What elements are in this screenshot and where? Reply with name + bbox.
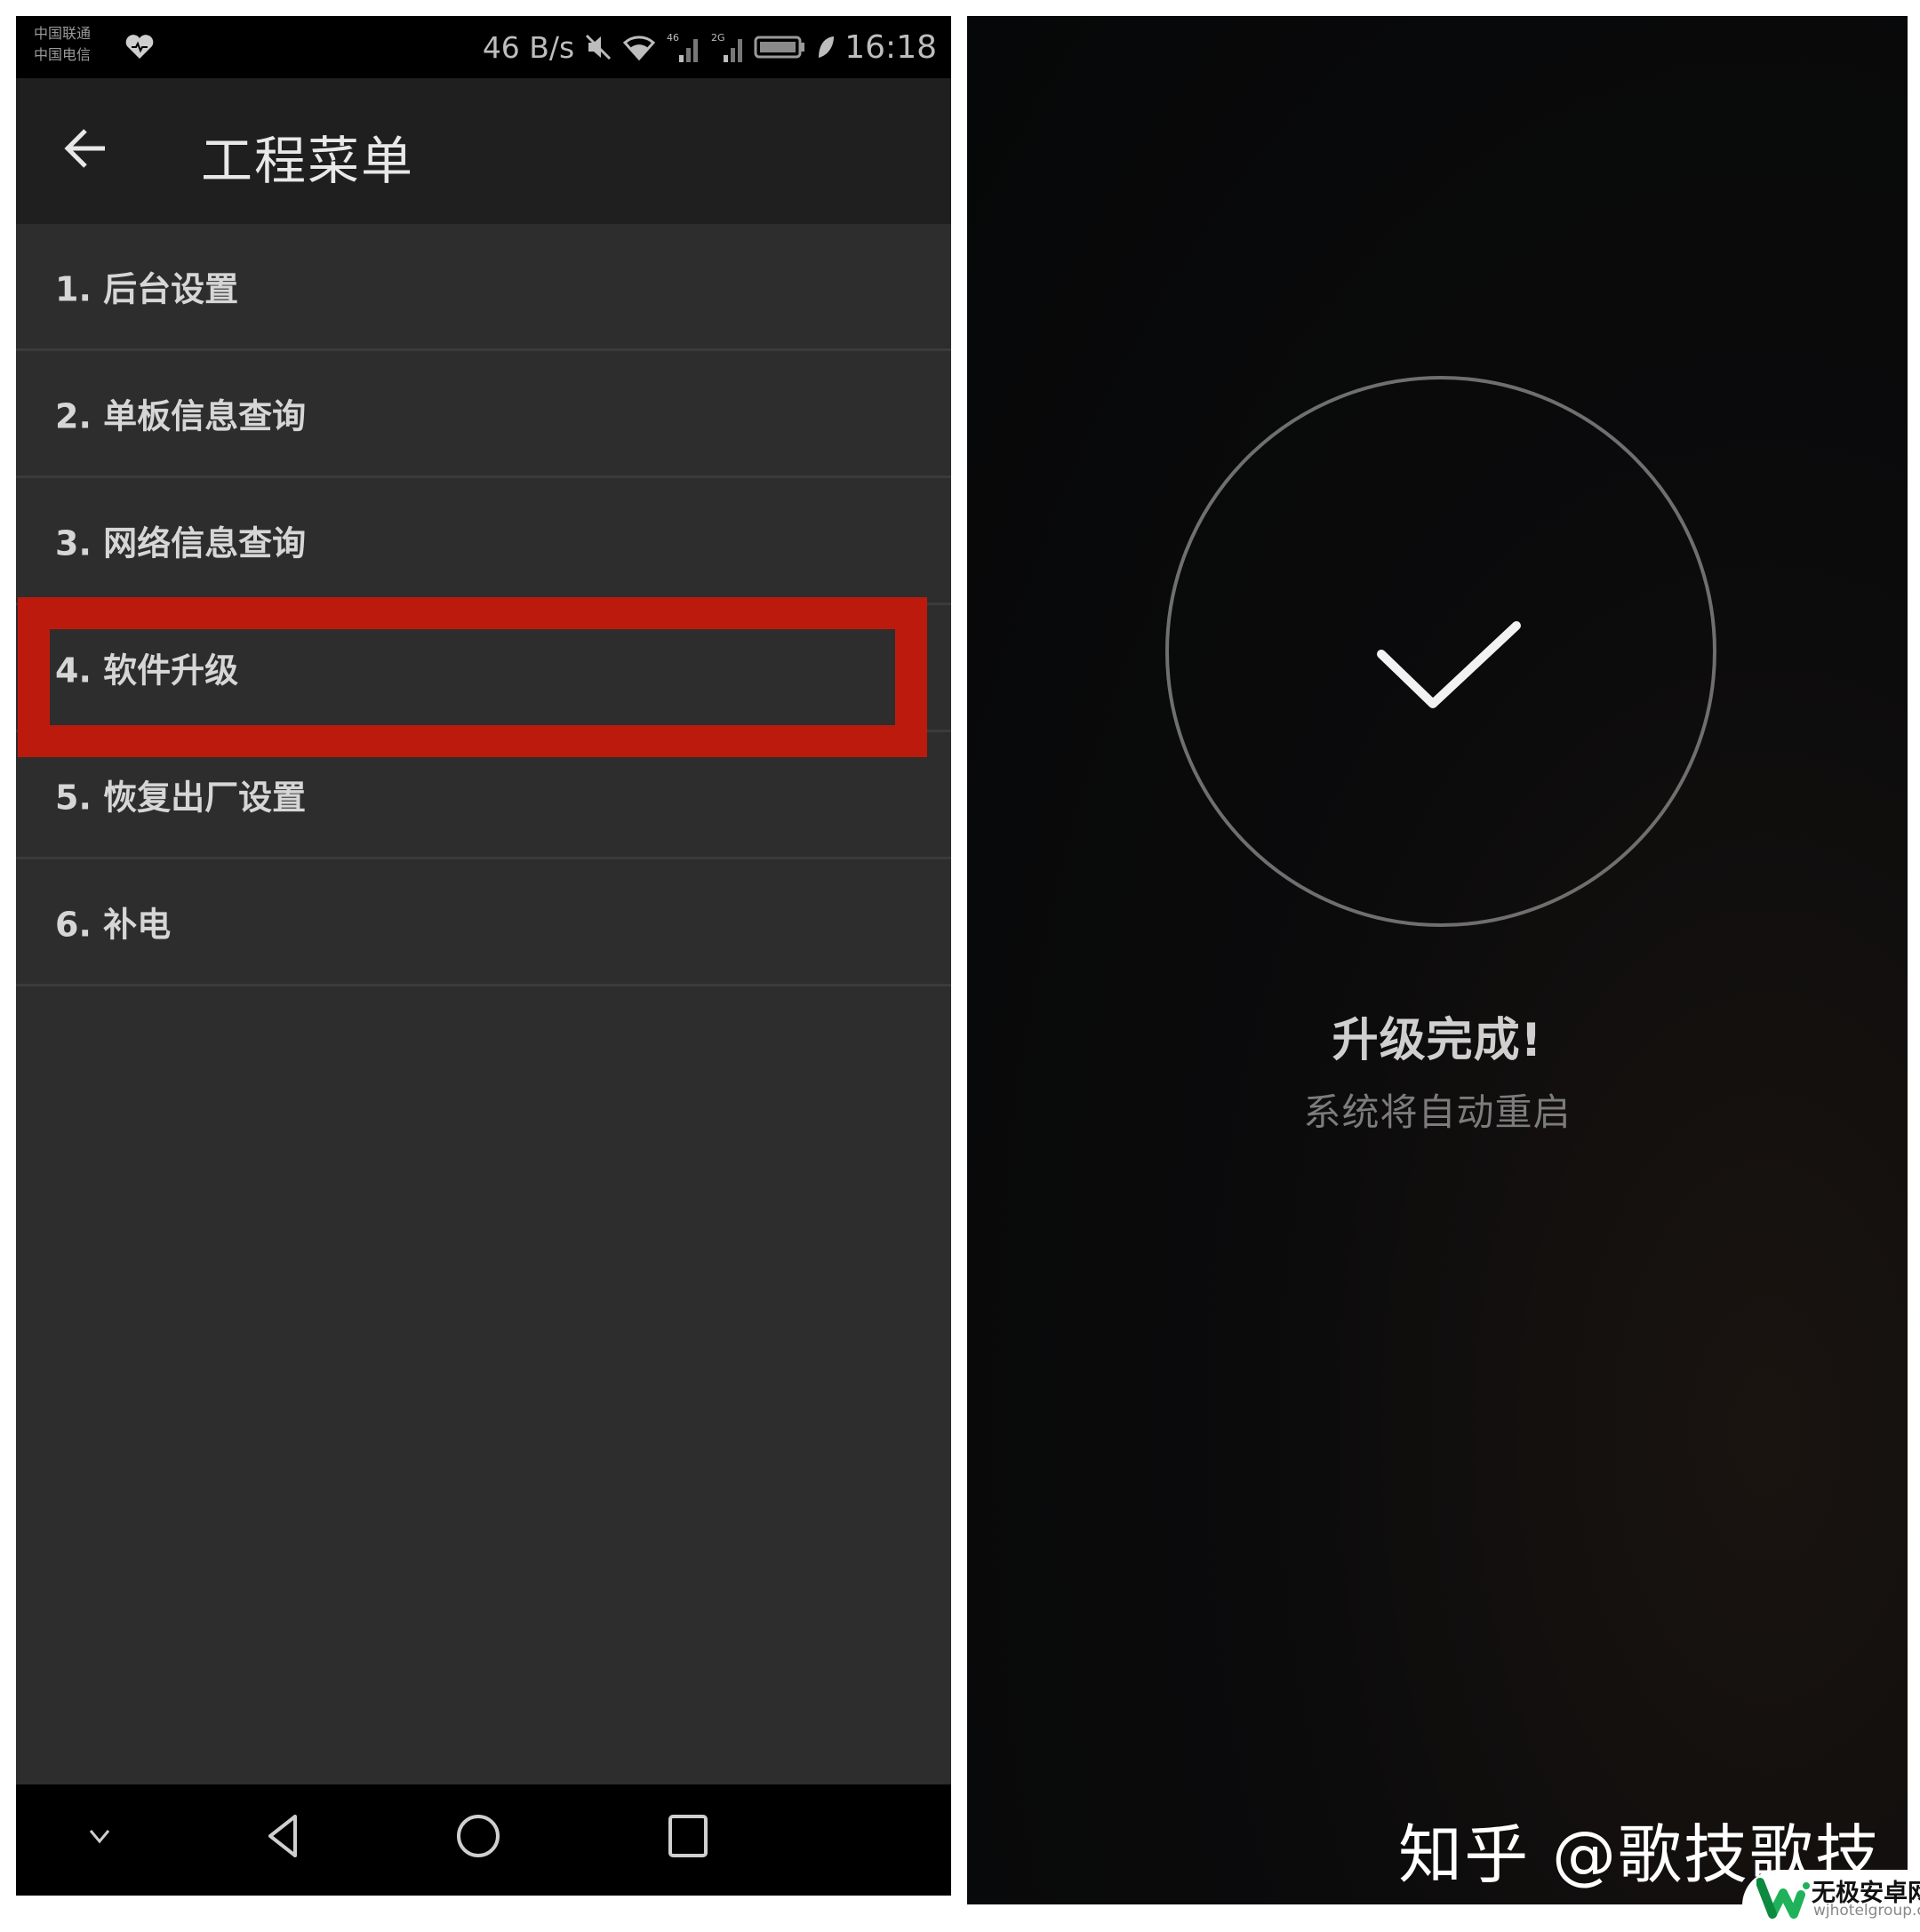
signal-2-label: 2G — [711, 32, 725, 44]
menu-item-background-settings[interactable]: 1. 后台设置 — [16, 224, 951, 351]
clock: 16:18 — [844, 28, 937, 66]
carrier-names: 中国联通 中国电信 — [34, 23, 91, 66]
menu-item-board-info[interactable]: 2. 单板信息查询 — [16, 351, 951, 478]
recents-square-icon[interactable] — [661, 1809, 715, 1863]
menu-item-label: 4. 软件升级 — [55, 651, 239, 691]
status-indicators: 46 B/s 46 2G 16:18 — [483, 25, 937, 69]
page-title: 工程菜单 — [201, 131, 415, 191]
carrier-1: 中国联通 — [34, 25, 92, 42]
upgrade-complete-screen: 升级完成! 系统将自动重启 知乎 @歌技歌技 — [967, 16, 1908, 1904]
wifi-icon — [623, 36, 656, 61]
site-badge: 无极安卓网 wjhotelgroup.com — [1742, 1870, 1920, 1932]
navigation-bar — [16, 1784, 951, 1896]
site-url: wjhotelgroup.com — [1813, 1902, 1920, 1920]
menu-item-label: 3. 网络信息查询 — [55, 523, 307, 563]
menu-item-label: 1. 后台设置 — [55, 269, 239, 309]
network-speed: 46 B/s — [482, 29, 575, 65]
menu-item-label: 5. 恢复出厂设置 — [55, 778, 307, 818]
menu-item-label: 2. 单板信息查询 — [55, 396, 307, 436]
back-triangle-icon[interactable] — [258, 1809, 311, 1863]
engineering-menu-screen: 中国联通 中国电信 46 B/s 46 2G 16:18 工程菜单 1. 后台设… — [16, 16, 951, 1896]
home-circle-icon[interactable] — [452, 1809, 505, 1863]
upgrade-complete-title: 升级完成! — [1332, 1014, 1543, 1067]
signal-icon: 46 — [667, 32, 699, 62]
app-bar: 工程菜单 — [16, 78, 951, 224]
menu-item-software-upgrade[interactable]: 4. 软件升级 — [16, 605, 951, 732]
signal-icon: 2G — [711, 32, 743, 62]
site-logo-icon — [1756, 1878, 1810, 1919]
menu-item-battery-charge[interactable]: 6. 补电 — [16, 859, 951, 986]
carrier-2: 中国电信 — [34, 46, 92, 63]
signal-1-label: 46 — [667, 32, 679, 44]
menu-item-network-info[interactable]: 3. 网络信息查询 — [16, 478, 951, 605]
leaf-icon — [819, 36, 835, 58]
engineering-menu-list: 1. 后台设置 2. 单板信息查询 3. 网络信息查询 4. 软件升级 5. 恢… — [16, 224, 951, 986]
heart-icon — [125, 35, 154, 59]
auto-restart-message: 系统将自动重启 — [1303, 1090, 1572, 1134]
mute-icon — [586, 34, 612, 60]
battery-icon — [754, 36, 805, 59]
checkmark-circle-icon — [1165, 376, 1716, 927]
menu-item-factory-reset[interactable]: 5. 恢复出厂设置 — [16, 732, 951, 859]
status-bar: 中国联通 中国电信 46 B/s 46 2G 16:18 — [16, 16, 951, 78]
back-arrow-icon[interactable] — [62, 124, 110, 172]
menu-item-label: 6. 补电 — [55, 905, 172, 945]
collapse-chevron-icon[interactable] — [73, 1809, 126, 1863]
